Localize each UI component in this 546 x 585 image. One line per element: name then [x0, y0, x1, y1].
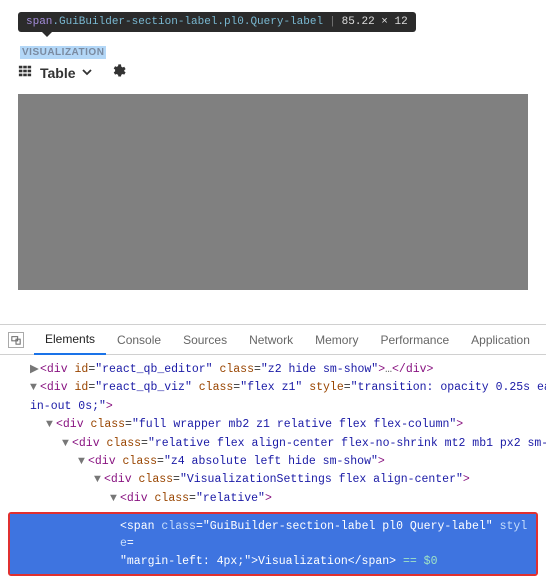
tab-console[interactable]: Console — [106, 326, 172, 354]
tab-performance[interactable]: Performance — [369, 326, 460, 354]
dom-line[interactable]: ▼<div class="z4 absolute left hide sm-sh… — [0, 453, 546, 471]
visualization-canvas[interactable] — [18, 94, 528, 290]
dom-line[interactable]: ▼<div class="VisualizationSettings flex … — [0, 471, 546, 489]
tab-network[interactable]: Network — [238, 326, 304, 354]
table-icon[interactable] — [18, 64, 32, 81]
device-toggle-icon[interactable] — [8, 332, 24, 348]
visualization-section-label: VISUALIZATION — [20, 46, 106, 59]
dom-line[interactable]: ▼<div class="full wrapper mb2 z1 relativ… — [0, 416, 546, 434]
dollar-zero: == $0 — [396, 555, 437, 568]
tooltip-dimensions: 85.22 × 12 — [342, 16, 408, 28]
tooltip-separator: | — [329, 16, 336, 28]
chevron-down-icon[interactable] — [80, 66, 92, 80]
devtools-panel: Elements Console Sources Network Memory … — [0, 324, 546, 584]
visualization-toolbar: Table — [18, 63, 528, 82]
tab-application[interactable]: Application — [460, 326, 541, 354]
tab-sources[interactable]: Sources — [172, 326, 238, 354]
tooltip-classes: .GuiBuilder-section-label.pl0.Query-labe… — [52, 16, 323, 28]
dom-line[interactable]: ▼<div id="react_qb_viz" class="flex z1" … — [0, 379, 546, 397]
dom-line[interactable]: ▼<div class="relative flex align-center … — [0, 435, 546, 453]
dom-line[interactable]: in-out 0s;"> — [0, 398, 546, 416]
devtools-tabbar: Elements Console Sources Network Memory … — [0, 325, 546, 355]
element-tooltip: span.GuiBuilder-section-label.pl0.Query-… — [18, 12, 416, 32]
tab-memory[interactable]: Memory — [304, 326, 369, 354]
tab-elements[interactable]: Elements — [34, 325, 106, 355]
dom-line[interactable]: ▶<div id="react_qb_editor" class="z2 hid… — [0, 361, 546, 379]
dom-selected-line[interactable]: <span class="GuiBuilder-section-label pl… — [8, 512, 538, 576]
visualization-mode-label[interactable]: Table — [40, 65, 76, 81]
gear-icon[interactable] — [96, 63, 126, 82]
dom-line[interactable]: ▼<div class="relative"> — [0, 490, 546, 508]
tooltip-tag: span — [26, 16, 52, 28]
dom-tree[interactable]: ▶<div id="react_qb_editor" class="z2 hid… — [0, 355, 546, 584]
dom-selected-open: <span — [120, 520, 161, 533]
